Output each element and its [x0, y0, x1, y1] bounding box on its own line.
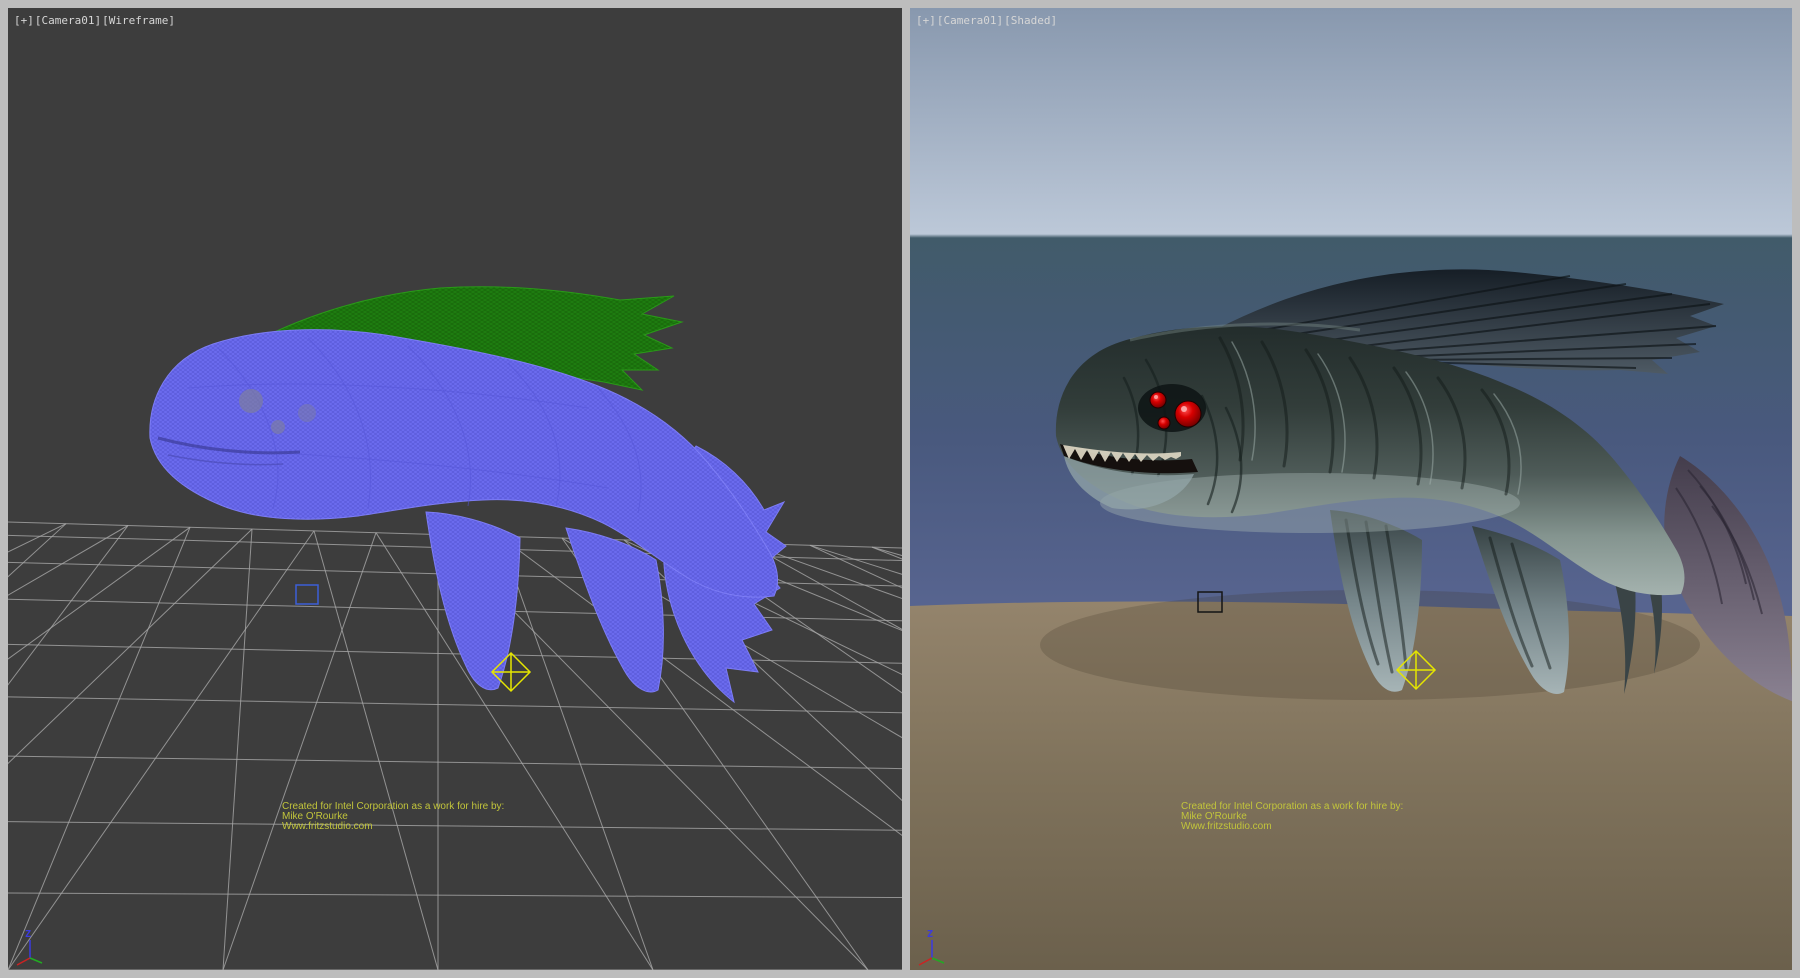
eye-spot[interactable]: [239, 389, 263, 413]
viewport-menu-shading[interactable]: [Shaded]: [1004, 14, 1057, 27]
watermark-line3: Www.fritzstudio.com: [1181, 821, 1272, 832]
eye-spot[interactable]: [298, 404, 316, 422]
viewport-menu-general[interactable]: [+]: [14, 14, 34, 27]
viewport-menu-camera[interactable]: [Camera01]: [937, 14, 1003, 27]
viewport-label-left: [+][Camera01][Wireframe]: [14, 14, 176, 27]
eye-large[interactable]: [1175, 401, 1201, 427]
viewport-frame: [+][Camera01][Wireframe]: [0, 0, 1800, 978]
viewport-label-right: [+][Camera01][Shaded]: [916, 14, 1058, 27]
viewport-shaded[interactable]: [+][Camera01][Shaded]: [910, 8, 1792, 970]
eye-medium[interactable]: [1150, 392, 1166, 408]
axis-z-label: Z: [25, 929, 31, 940]
eye-small[interactable]: [1158, 417, 1170, 429]
eye-highlight: [1181, 406, 1187, 412]
viewport-wireframe[interactable]: [+][Camera01][Wireframe]: [8, 8, 902, 970]
wireframe-canvas[interactable]: Created for Intel Corporation as a work …: [8, 8, 902, 970]
viewport-menu-shading[interactable]: [Wireframe]: [102, 14, 175, 27]
axis-z-label: Z: [927, 929, 933, 940]
viewport-menu-general[interactable]: [+]: [916, 14, 936, 27]
shaded-canvas[interactable]: Created for Intel Corporation as a work …: [910, 8, 1792, 970]
eye-spot[interactable]: [271, 420, 285, 434]
viewport-menu-camera[interactable]: [Camera01]: [35, 14, 101, 27]
eye-highlight: [1154, 395, 1158, 399]
watermark-line3: Www.fritzstudio.com: [282, 821, 373, 832]
